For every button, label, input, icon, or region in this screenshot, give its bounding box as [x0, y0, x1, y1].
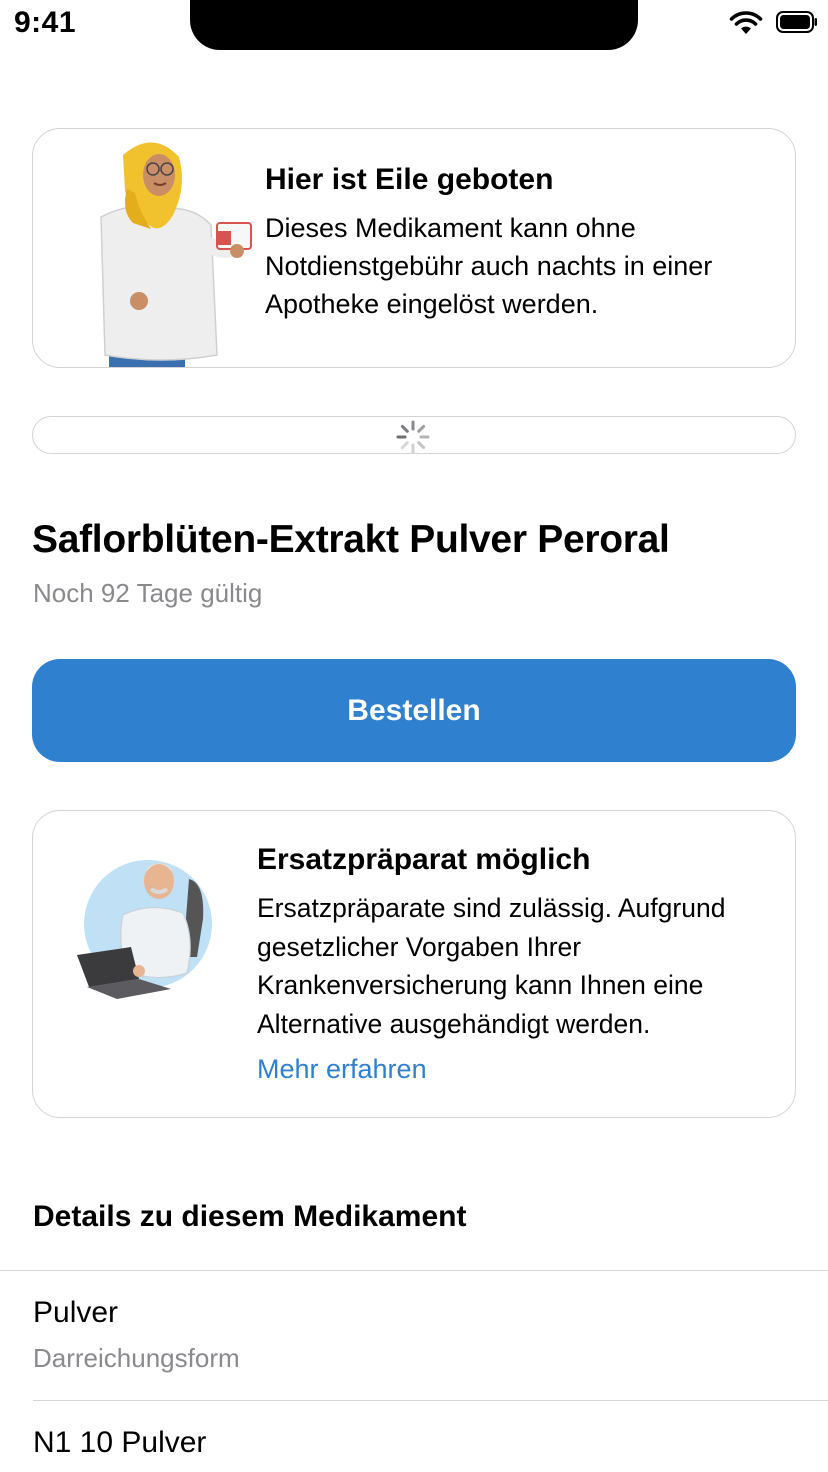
substitution-description: Ersatzpräparate sind zulässig. Aufgrund …: [257, 893, 726, 1039]
battery-icon: [776, 11, 817, 33]
medication-validity: Noch 92 Tage gültig: [33, 578, 263, 608]
urgency-description: Dieses Medikament kann ohne Notdienstgeb…: [265, 213, 713, 319]
status-time: 9:41: [14, 6, 77, 39]
urgency-hint-card: Hier ist Eile geboten Dieses Medikament …: [32, 128, 796, 368]
details-heading: Details zu diesem Medikament: [33, 1200, 467, 1233]
doctor-illustration: [77, 860, 212, 999]
divider: [0, 1270, 828, 1271]
wifi-icon: [729, 11, 763, 34]
spinner-icon: [396, 420, 430, 453]
learn-more-link[interactable]: Mehr erfahren: [257, 1054, 427, 1085]
detail-dosage-form-label: Darreichungsform: [33, 1343, 240, 1373]
detail-package-size-value: N1 10 Pulver: [33, 1426, 207, 1459]
detail-dosage-form-value: Pulver: [33, 1296, 119, 1329]
substitution-card: Ersatzpräparat möglich Ersatzpräparate s…: [32, 810, 796, 1118]
substitution-title: Ersatzpräparat möglich: [257, 843, 591, 876]
loading-placeholder: [32, 416, 796, 454]
urgency-title: Hier ist Eile geboten: [265, 163, 554, 196]
status-bar: 9:41: [0, 0, 828, 60]
pharmacist-illustration: [100, 142, 252, 367]
medication-name: Saflorblüten-Extrakt Pulver Peroral: [32, 518, 670, 561]
divider: [33, 1400, 828, 1401]
order-button[interactable]: Bestellen: [32, 659, 796, 762]
device-notch: [190, 0, 638, 50]
